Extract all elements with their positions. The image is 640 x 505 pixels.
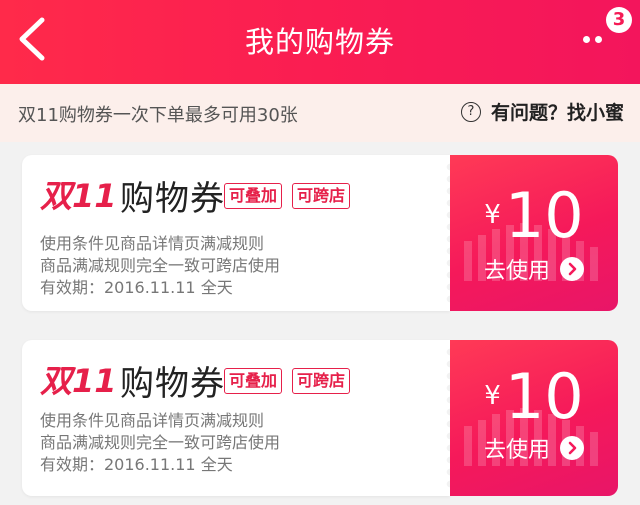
chevron-right-icon (560, 257, 585, 281)
coupon-amount: ¥10 (450, 360, 618, 433)
question-icon: ? (460, 101, 481, 122)
use-button-label: 去使用 (484, 438, 551, 463)
use-button[interactable]: 去使用 (484, 253, 585, 285)
tag-cross-store: 可跨店 (292, 183, 351, 209)
header-bar: 我的购物券 3 (0, 0, 640, 84)
coupon-amount: ¥10 (450, 179, 618, 252)
use-button[interactable]: 去使用 (484, 432, 585, 464)
use-coupon-area[interactable]: ¥10 去使用 (450, 155, 618, 311)
coupon-card: 双11 购物券 可叠加 可跨店 使用条件见商品详情页满减规则 商品满减规则完全一… (22, 155, 618, 311)
amount-value: 10 (504, 360, 584, 433)
use-button-label: 去使用 (484, 259, 551, 284)
svg-text:双11: 双11 (40, 362, 114, 398)
coupon-rule: 商品满减规则完全一致可跨店使用 (40, 256, 281, 275)
currency-symbol: ¥ (484, 200, 501, 230)
more-dots-icon (595, 36, 602, 43)
coupon-card: 双11 购物券 可叠加 可跨店 使用条件见商品详情页满减规则 商品满减规则完全一… (22, 340, 618, 496)
coupon-condition: 使用条件见商品详情页满减规则 (40, 411, 265, 430)
coupon-validity: 有效期：2016.11.11 全天 (40, 455, 233, 474)
svg-text:双11: 双11 (40, 177, 114, 213)
page-title: 我的购物券 (244, 25, 395, 59)
notice-text: 双11购物券一次下单最多可用30张 (18, 105, 298, 126)
chevron-right-icon (560, 436, 585, 460)
coupon-info: 双11 购物券 可叠加 可跨店 使用条件见商品详情页满减规则 商品满减规则完全一… (22, 340, 450, 496)
coupon-title: 购物券 (120, 179, 225, 219)
help-text: 有问题？找小蜜 (490, 102, 624, 124)
coupon-condition: 使用条件见商品详情页满减规则 (40, 234, 265, 253)
tag-stackable: 可叠加 (224, 183, 283, 209)
notification-badge: 3 (606, 7, 632, 33)
amount-value: 10 (504, 179, 584, 252)
tag-cross-store: 可跨店 (292, 368, 351, 394)
double-11-logo-icon: 双11 (40, 177, 114, 213)
coupon-validity: 有效期：2016.11.11 全天 (40, 278, 233, 297)
more-dots-icon (583, 36, 590, 43)
tag-stackable: 可叠加 (224, 368, 283, 394)
coupon-rule: 商品满减规则完全一致可跨店使用 (40, 433, 281, 452)
currency-symbol: ¥ (484, 381, 501, 411)
use-coupon-area[interactable]: ¥10 去使用 (450, 340, 618, 496)
coupon-info: 双11 购物券 可叠加 可跨店 使用条件见商品详情页满减规则 商品满减规则完全一… (22, 155, 450, 311)
double-11-logo-icon: 双11 (40, 362, 114, 398)
notice-bar: 双11购物券一次下单最多可用30张 ? 有问题？找小蜜 (0, 84, 640, 142)
help-link[interactable]: ? 有问题？找小蜜 (460, 98, 624, 125)
coupon-title: 购物券 (120, 364, 225, 404)
